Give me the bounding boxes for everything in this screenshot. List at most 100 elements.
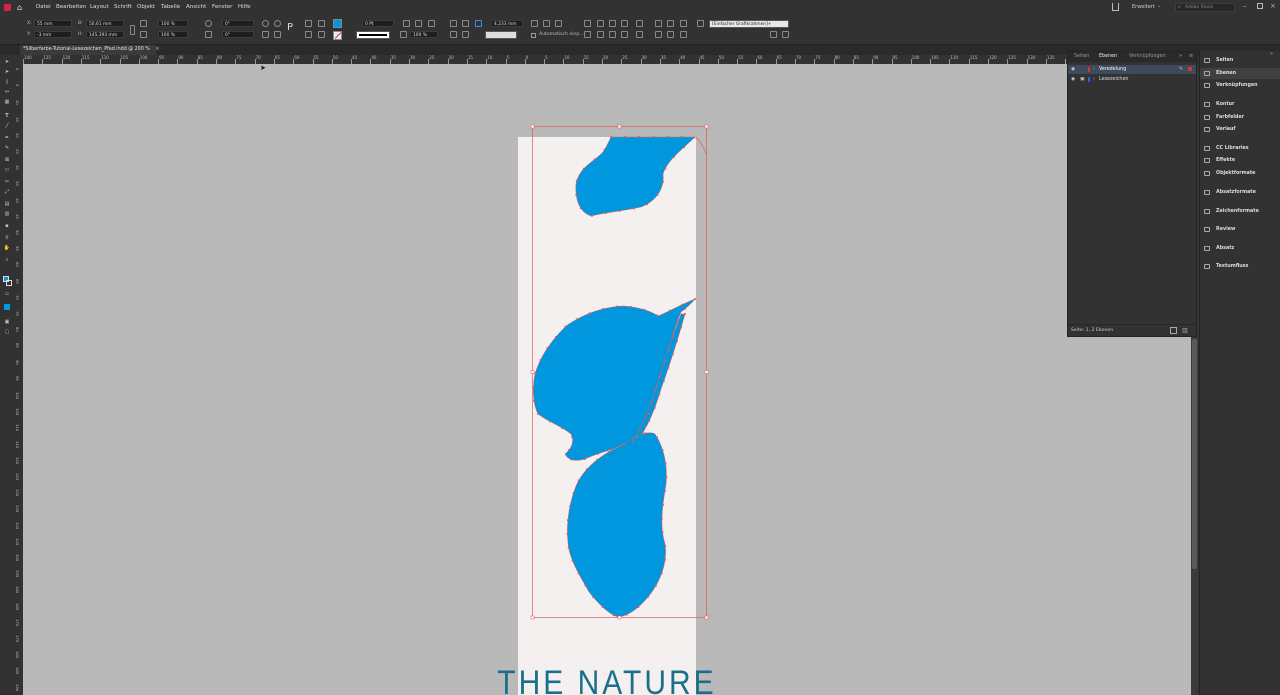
select-content-icon[interactable]: [305, 31, 312, 38]
fill-swatch[interactable]: [333, 19, 342, 28]
stroke-type-dropdown[interactable]: [356, 31, 390, 39]
distribute-right-icon[interactable]: [655, 20, 662, 27]
gap-tool-icon[interactable]: ↔: [3, 89, 11, 95]
selection-handle[interactable]: [530, 124, 535, 129]
delete-layer-icon[interactable]: ▥: [1182, 327, 1188, 334]
pencil-tool-icon[interactable]: ✎: [3, 145, 11, 151]
opacity-field[interactable]: 100 %: [410, 31, 438, 38]
align-center-icon[interactable]: [462, 20, 469, 27]
line-tool-icon[interactable]: ╱: [3, 123, 11, 129]
dock-item-verknuepfungen[interactable]: Verknüpfungen: [1200, 80, 1280, 91]
adobe-stock-search[interactable]: ⌕ Adobe Stock: [1175, 3, 1235, 12]
pen-tool-icon[interactable]: ✒: [3, 135, 11, 141]
maximize-icon[interactable]: [1257, 3, 1263, 9]
fit-content-icon[interactable]: [462, 31, 469, 38]
align-v-centers-icon[interactable]: [543, 20, 550, 27]
panel-collapse-icon[interactable]: »: [1179, 53, 1182, 59]
layer-row-lesezeichen[interactable]: ◉ ▣ › Lesezeichen: [1068, 75, 1196, 84]
scissors-tool-icon[interactable]: ✂: [3, 179, 11, 185]
dock-item-textumfluss[interactable]: Textumfluss: [1200, 261, 1280, 272]
workspace-switcher[interactable]: Erweitert: [1132, 4, 1155, 10]
fill-stroke-swatches[interactable]: [3, 276, 12, 286]
type-tool-icon[interactable]: T: [3, 113, 11, 119]
visibility-eye-icon[interactable]: ◉: [1071, 65, 1075, 74]
corner-shape-dropdown[interactable]: [485, 31, 517, 39]
align-to-spread-icon[interactable]: [621, 31, 628, 38]
distribute-hcenter-icon[interactable]: [636, 20, 643, 27]
select-container-icon[interactable]: [305, 20, 312, 27]
reference-p-icon[interactable]: P: [287, 22, 293, 33]
fit-frame-icon[interactable]: [450, 31, 457, 38]
menu-layout[interactable]: Layout: [90, 4, 109, 10]
width-field[interactable]: 50,61 mm: [86, 20, 124, 27]
align-bottom-edges-icon[interactable]: [555, 20, 562, 27]
visibility-eye-icon[interactable]: ◉: [1071, 75, 1075, 84]
align-to-key-icon[interactable]: [636, 31, 643, 38]
distribute-bottom-icon[interactable]: [609, 20, 616, 27]
distribute-spacing-v-icon[interactable]: [667, 31, 674, 38]
distribute-left-icon[interactable]: [621, 20, 628, 27]
dock-item-farbfelder[interactable]: Farbfelder: [1200, 112, 1280, 123]
direct-selection-tool-icon[interactable]: ➤: [3, 69, 11, 75]
menu-tabelle[interactable]: Tabelle: [161, 4, 180, 10]
stroke-swatch[interactable]: [333, 31, 342, 40]
close-icon[interactable]: ×: [1270, 2, 1276, 10]
distribute-top-icon[interactable]: [584, 20, 591, 27]
dock-item-ebenen[interactable]: Ebenen: [1200, 68, 1280, 79]
selection-tool-icon[interactable]: ➤: [3, 59, 11, 65]
menu-hilfe[interactable]: Hilfe: [238, 4, 251, 10]
spacing-field[interactable]: 4,233 mm: [491, 20, 523, 27]
zoom-tool-icon[interactable]: ⌕: [3, 257, 11, 263]
dock-item-effekte[interactable]: Effekte: [1200, 155, 1280, 166]
rotate-cw-icon[interactable]: [262, 20, 269, 27]
scrollbar-thumb[interactable]: [1192, 339, 1197, 569]
home-icon[interactable]: ⌂: [17, 3, 26, 12]
hand-tool-icon[interactable]: ✋: [3, 245, 11, 251]
rotate-angle-field[interactable]: 0°: [222, 20, 254, 27]
height-field[interactable]: 145,393 mm: [86, 31, 124, 38]
x-position-field[interactable]: 55 mm: [34, 20, 72, 27]
wrap-bound-icon[interactable]: [415, 20, 422, 27]
layer-expand-icon[interactable]: ›: [1093, 65, 1095, 74]
constrain-proportions-icon[interactable]: [130, 25, 135, 35]
menu-ansicht[interactable]: Ansicht: [186, 4, 206, 10]
menu-objekt[interactable]: Objekt: [137, 4, 155, 10]
dock-item-zeichenformate[interactable]: Zeichenformate: [1200, 206, 1280, 217]
note-tool-icon[interactable]: ▪: [3, 223, 11, 229]
flip-vertical-icon[interactable]: [274, 31, 281, 38]
more-options-icon[interactable]: [782, 31, 789, 38]
dock-item-absatzformate[interactable]: Absatzformate: [1200, 187, 1280, 198]
scale-x-field[interactable]: 100 %: [158, 20, 188, 27]
screen-mode-icon[interactable]: ▣: [3, 319, 11, 325]
effects-fx-icon[interactable]: [697, 20, 704, 27]
distribute-center-icon[interactable]: [597, 20, 604, 27]
dock-item-objektformate[interactable]: Objektformate: [1200, 168, 1280, 179]
select-previous-icon[interactable]: [318, 20, 325, 27]
stroke-weight-field[interactable]: 0 Pt: [362, 20, 394, 27]
menu-bearbeiten[interactable]: Bearbeiten: [56, 4, 86, 10]
document-tab[interactable]: *Silberfarbe-Tutorial-Lesezeichen_Pfad.i…: [20, 45, 159, 55]
align-to-page-icon[interactable]: [609, 31, 616, 38]
selection-handle[interactable]: [530, 370, 535, 374]
selection-handle[interactable]: [704, 124, 709, 129]
dock-item-cc-libraries[interactable]: CC Libraries: [1200, 143, 1280, 154]
dock-item-kontur[interactable]: Kontur: [1200, 99, 1280, 110]
document-canvas[interactable]: THE NATURE ➤: [23, 64, 1191, 695]
distribute-spacing-h-icon[interactable]: [680, 31, 687, 38]
y-position-field[interactable]: -3 mm: [34, 31, 72, 38]
object-style-dropdown[interactable]: [Einfacher Grafikrahmen]+: [709, 20, 789, 28]
layer-row-veredelung[interactable]: ◉ › Veredelung ✎: [1068, 65, 1196, 74]
tab-seiten[interactable]: Seiten: [1074, 54, 1089, 59]
bookmark-text[interactable]: THE NATURE: [497, 663, 716, 695]
selection-handle[interactable]: [704, 370, 709, 374]
close-tab-icon[interactable]: ×: [155, 47, 159, 52]
rectangle-frame-tool-icon[interactable]: ⊠: [3, 157, 11, 163]
quick-apply-icon[interactable]: [770, 31, 777, 38]
dock-item-absatz[interactable]: Absatz: [1200, 243, 1280, 254]
distribute-v-space-icon[interactable]: [680, 20, 687, 27]
distribute-spacing-icon[interactable]: [475, 20, 482, 27]
selection-handle[interactable]: [617, 124, 622, 129]
selected-object-indicator[interactable]: [1188, 67, 1192, 71]
selection-handle[interactable]: [617, 615, 622, 620]
content-collector-icon[interactable]: ▦: [3, 99, 11, 105]
